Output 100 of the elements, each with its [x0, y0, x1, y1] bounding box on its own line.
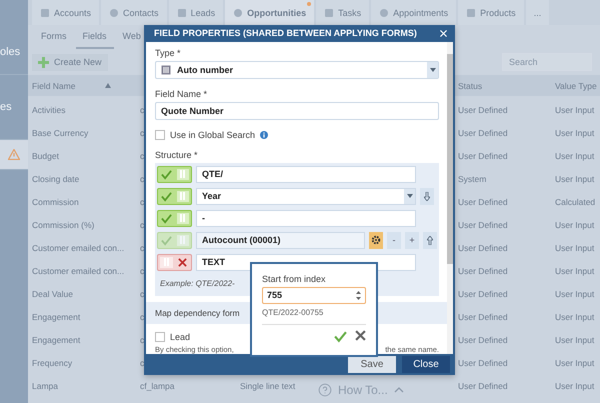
checkbox[interactable] [155, 332, 165, 342]
nav-tab[interactable]: Tasks [316, 0, 370, 25]
close-icon [438, 28, 449, 39]
table-cell: Closing date [32, 174, 80, 184]
field-label: Field Name * [155, 88, 208, 99]
pause-icon [179, 236, 186, 244]
nav-tab[interactable]: Accounts [32, 0, 100, 25]
nav-tab[interactable]: Contacts [101, 0, 167, 25]
table-cell: c [140, 128, 144, 138]
x-icon [178, 258, 188, 267]
table-cell: User Defined [458, 312, 508, 322]
down-arrow-icon [424, 192, 430, 201]
checkbox[interactable] [155, 130, 165, 140]
sidebar-item[interactable]: oles [0, 30, 28, 75]
check-icon [334, 330, 347, 343]
table-cell: Activities [32, 104, 66, 114]
table-cell: User Input [555, 288, 594, 298]
enable-toggle[interactable] [157, 210, 192, 227]
pause-icon [179, 170, 186, 178]
table-cell: Commission [32, 196, 79, 206]
tab-icon [233, 8, 244, 18]
table-cell: User Defined [458, 150, 508, 160]
sub-tab[interactable]: Web [116, 25, 148, 49]
plus-icon [38, 56, 49, 68]
field-name-input[interactable]: Quote Number [155, 102, 439, 120]
table-cell: c [140, 174, 144, 184]
table-cell: User Defined [458, 380, 508, 390]
table-cell: c [140, 288, 144, 298]
table-cell: c [140, 104, 144, 114]
structure-input[interactable]: QTE/ [196, 166, 416, 183]
table-cell: c [140, 220, 144, 230]
index-input[interactable]: 755 [262, 286, 366, 304]
table-cell: User Defined [458, 104, 508, 114]
table-cell: c [140, 242, 144, 252]
nav-tab[interactable]: ... [526, 0, 550, 25]
table-cell: Calculated [555, 196, 596, 206]
nav-tab[interactable]: Appointments [371, 0, 456, 25]
close-button[interactable] [438, 28, 449, 39]
structure-input[interactable]: - [196, 210, 416, 227]
table-cell: cf_lampa [140, 380, 174, 390]
gear-icon [371, 235, 381, 246]
check-icon [160, 234, 172, 246]
nav-tab[interactable]: Leads [168, 0, 224, 25]
table-cell: c [140, 358, 144, 368]
info-icon [260, 130, 268, 139]
table-cell: Commission (%) [32, 220, 94, 230]
nav-tab[interactable]: Products [458, 0, 524, 25]
table-cell: User Input [555, 174, 594, 184]
sub-tab[interactable]: Forms [34, 25, 74, 49]
dialog-button[interactable]: Close [402, 356, 450, 373]
table-cell: User Input [555, 220, 594, 230]
section-label: Map dependency form [155, 308, 240, 318]
table-cell: Base Currency [32, 128, 88, 138]
check-icon [160, 168, 172, 180]
hint-text: QTE/2022-00755 [262, 308, 366, 325]
table-cell: User Input [555, 242, 594, 252]
table-cell: c [140, 266, 144, 276]
dialog-button[interactable]: Save [348, 356, 396, 373]
example-text: Example: QTE/2022- [159, 278, 236, 290]
pause-icon [162, 258, 170, 266]
help-icon [318, 383, 332, 397]
settings-button[interactable] [369, 232, 383, 249]
check-icon [160, 190, 172, 202]
field-label: Start from index [262, 274, 327, 284]
table-cell: c [140, 196, 144, 206]
table-cell: Customer emailed con... [32, 242, 124, 252]
warning-icon [8, 149, 20, 160]
table-cell: User Defined [458, 358, 508, 368]
enable-toggle[interactable] [157, 188, 192, 205]
caret-icon [430, 68, 436, 72]
sub-tab[interactable]: Fields [76, 25, 114, 49]
table-cell: User Input [555, 150, 594, 160]
nav-tab[interactable]: Opportunities [225, 0, 314, 25]
enable-toggle[interactable] [157, 254, 192, 271]
field-label: Structure * [155, 150, 199, 160]
table-cell: User Input [555, 312, 594, 322]
table-cell: c [140, 150, 144, 160]
check-icon [160, 212, 172, 224]
up-arrow-icon [427, 236, 433, 245]
column-header[interactable]: Field Name [28, 75, 136, 96]
column-header[interactable]: Status [454, 75, 551, 96]
pause-icon [179, 214, 186, 222]
how-to-link[interactable]: How To... [338, 383, 388, 397]
column-header[interactable]: Value Type [551, 75, 600, 96]
table-cell: User Defined [458, 266, 508, 276]
caret-up-icon [394, 387, 404, 393]
create-new-button[interactable]: Create New [32, 54, 108, 70]
tab-icon [176, 8, 187, 18]
tab-icon [40, 8, 50, 18]
table-cell: User Defined [458, 288, 508, 298]
search-field[interactable]: Search [502, 53, 592, 71]
tab-icon [324, 8, 334, 18]
type-select[interactable]: Auto number [155, 60, 439, 79]
table-cell: User Defined [458, 220, 508, 230]
enable-toggle[interactable] [157, 166, 192, 183]
table-cell: User Input [555, 334, 594, 344]
move-up-button[interactable] [423, 232, 437, 249]
table-cell: User Input [555, 266, 594, 276]
move-down-button[interactable] [420, 188, 434, 205]
structure-select[interactable]: Year [196, 188, 416, 205]
